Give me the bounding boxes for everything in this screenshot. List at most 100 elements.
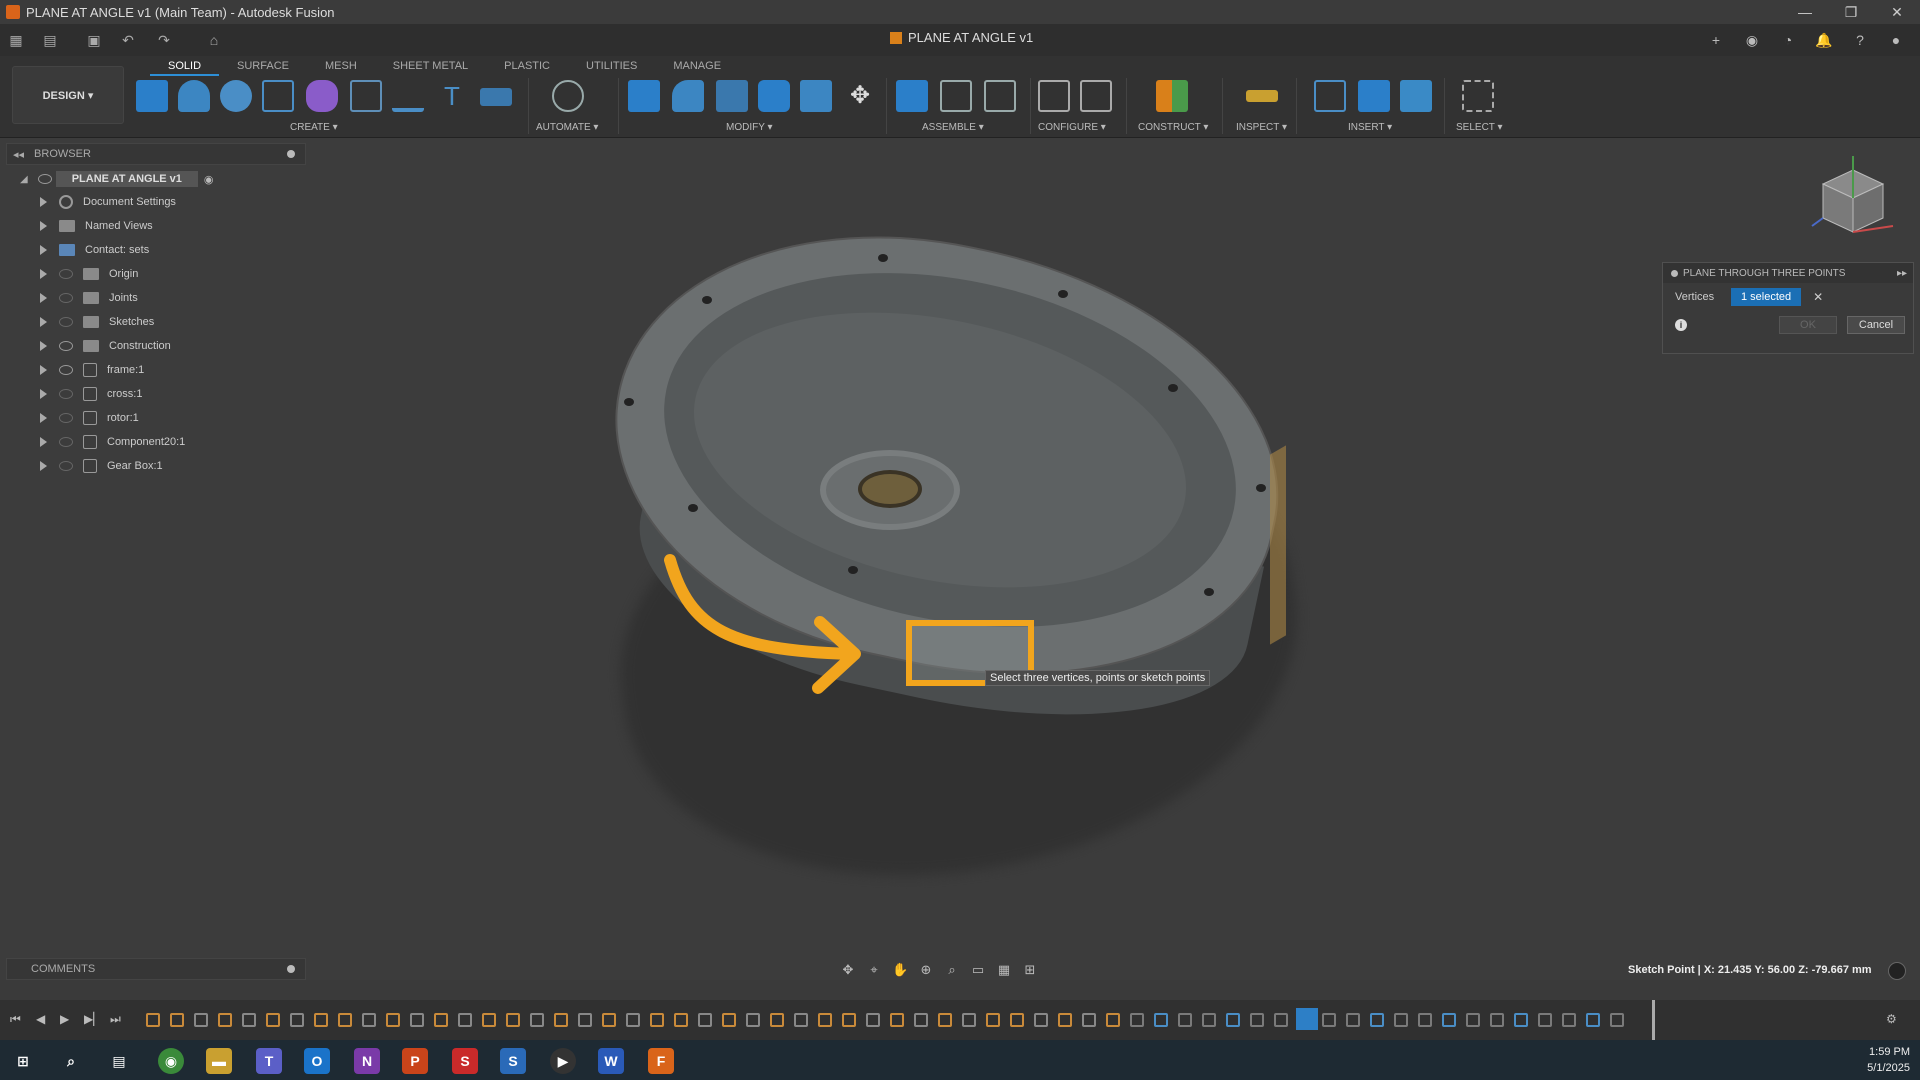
view-cube[interactable] bbox=[1808, 150, 1898, 250]
eye-icon[interactable] bbox=[37, 174, 52, 184]
expand-icon[interactable] bbox=[40, 341, 47, 351]
tab-utilities[interactable]: UTILITIES bbox=[568, 58, 655, 76]
timeline-feature[interactable] bbox=[1490, 1013, 1504, 1027]
timeline-feature[interactable] bbox=[458, 1013, 472, 1027]
document-tab[interactable]: PLANE AT ANGLE v1 bbox=[890, 30, 1033, 45]
dialog-collapse-icon[interactable] bbox=[1671, 269, 1678, 277]
windows-start-icon[interactable]: ⊞ bbox=[10, 1048, 36, 1074]
new-assembly-component-icon[interactable] bbox=[896, 80, 928, 112]
new-component-icon[interactable] bbox=[136, 80, 168, 112]
timeline-feature[interactable] bbox=[1226, 1013, 1240, 1027]
browser-panel-header[interactable]: ◂◂ BROWSER bbox=[6, 143, 306, 165]
help-icon[interactable]: ? bbox=[1850, 30, 1870, 50]
app-grid-icon[interactable]: ▦ bbox=[6, 30, 26, 50]
timeline-feature[interactable] bbox=[1154, 1013, 1168, 1027]
joint-icon[interactable] bbox=[940, 80, 972, 112]
list-item[interactable]: Joints bbox=[20, 286, 214, 310]
root-component-label[interactable]: PLANE AT ANGLE v1 bbox=[55, 171, 198, 187]
timeline-feature[interactable] bbox=[290, 1013, 304, 1027]
timeline-feature[interactable] bbox=[266, 1013, 280, 1027]
timeline-feature[interactable] bbox=[1082, 1013, 1096, 1027]
tab-plastic[interactable]: PLASTIC bbox=[486, 58, 568, 76]
file-menu-icon[interactable]: ▤ bbox=[40, 30, 60, 50]
timeline-next-icon[interactable]: ▶▏ bbox=[84, 1012, 102, 1026]
dialog-expand-icon[interactable]: ▸▸ bbox=[1897, 268, 1907, 279]
vertices-selection-button[interactable]: 1 selected bbox=[1731, 288, 1802, 306]
list-item[interactable]: Construction bbox=[20, 334, 214, 358]
list-item[interactable]: Document Settings bbox=[20, 190, 214, 214]
clock[interactable]: 1:59 PM 5/1/2025 bbox=[1867, 1044, 1910, 1076]
insert-mcmaster-icon[interactable] bbox=[1358, 80, 1390, 112]
timeline-feature[interactable] bbox=[434, 1013, 448, 1027]
teams-icon[interactable]: T bbox=[256, 1048, 282, 1074]
expand-icon[interactable] bbox=[40, 293, 47, 303]
timeline-feature[interactable] bbox=[242, 1013, 256, 1027]
avatar[interactable]: ● bbox=[1886, 30, 1906, 50]
bolt-hole[interactable] bbox=[624, 398, 634, 406]
expand-icon[interactable] bbox=[40, 245, 47, 255]
job-status-icon[interactable]: ◔ bbox=[1778, 30, 1798, 50]
fillet-icon[interactable] bbox=[672, 80, 704, 112]
expand-icon[interactable] bbox=[40, 317, 47, 327]
timeline-feature[interactable] bbox=[962, 1013, 976, 1027]
timeline-prev-icon[interactable]: ◀ bbox=[36, 1012, 45, 1026]
timeline-feature[interactable] bbox=[722, 1013, 736, 1027]
timeline-feature[interactable] bbox=[554, 1013, 568, 1027]
configure-icon[interactable] bbox=[1038, 80, 1070, 112]
timeline-feature[interactable] bbox=[890, 1013, 904, 1027]
timeline-feature[interactable] bbox=[506, 1013, 520, 1027]
timeline-feature[interactable] bbox=[938, 1013, 952, 1027]
insert-group-label[interactable]: INSERT ▾ bbox=[1348, 122, 1392, 133]
automate-icon[interactable] bbox=[552, 80, 584, 112]
timeline-feature[interactable] bbox=[386, 1013, 400, 1027]
grid-icon[interactable]: ▦ bbox=[996, 962, 1012, 978]
timeline-feature[interactable] bbox=[1322, 1013, 1336, 1027]
timeline-feature[interactable] bbox=[770, 1013, 784, 1027]
timeline-feature[interactable] bbox=[1178, 1013, 1192, 1027]
timeline-feature[interactable] bbox=[1466, 1013, 1480, 1027]
status-icon[interactable] bbox=[1888, 962, 1906, 980]
timeline-feature[interactable] bbox=[818, 1013, 832, 1027]
chamfer-icon[interactable] bbox=[716, 80, 748, 112]
select-group-label[interactable]: SELECT ▾ bbox=[1456, 122, 1503, 133]
construct-plane-icon[interactable] bbox=[1156, 80, 1188, 112]
inspect-group-label[interactable]: INSPECT ▾ bbox=[1236, 122, 1287, 133]
plane-box-icon[interactable] bbox=[480, 88, 512, 106]
timeline-feature[interactable] bbox=[650, 1013, 664, 1027]
list-item[interactable]: frame:1 bbox=[20, 358, 214, 382]
construct-group-label[interactable]: CONSTRUCT ▾ bbox=[1138, 122, 1208, 133]
info-icon[interactable]: i bbox=[1675, 319, 1687, 331]
expand-icon[interactable] bbox=[40, 437, 47, 447]
timeline-feature[interactable] bbox=[626, 1013, 640, 1027]
pin-icon[interactable] bbox=[287, 965, 295, 973]
tab-mesh[interactable]: MESH bbox=[307, 58, 375, 76]
modify-group-label[interactable]: MODIFY ▾ bbox=[726, 122, 773, 133]
press-pull-icon[interactable] bbox=[628, 80, 660, 112]
eye-icon[interactable] bbox=[59, 389, 73, 399]
new-tab-icon[interactable]: + bbox=[1706, 30, 1726, 50]
workspace-switcher[interactable]: DESIGN ▾ bbox=[12, 66, 124, 124]
bolt-hole[interactable] bbox=[702, 296, 712, 304]
maximize-button[interactable]: ❐ bbox=[1828, 0, 1874, 24]
timeline-play-icon[interactable]: ▶ bbox=[60, 1012, 69, 1026]
online-status-icon[interactable]: ◉ bbox=[1742, 30, 1762, 50]
eye-icon[interactable] bbox=[59, 317, 73, 327]
chrome-icon[interactable]: ◉ bbox=[158, 1048, 184, 1074]
timeline[interactable]: ⏮ ◀ ▶ ▶▏ ⏭ ⚙ bbox=[0, 1000, 1920, 1040]
powerpoint-icon[interactable]: P bbox=[402, 1048, 428, 1074]
expand-icon[interactable] bbox=[40, 413, 47, 423]
list-item[interactable]: Sketches bbox=[20, 310, 214, 334]
eye-icon[interactable] bbox=[59, 413, 73, 423]
timeline-feature[interactable] bbox=[1442, 1013, 1456, 1027]
assemble-group-label[interactable]: ASSEMBLE ▾ bbox=[922, 122, 984, 133]
zoom-icon[interactable]: ⊕ bbox=[918, 962, 934, 978]
outlook-icon[interactable]: O bbox=[304, 1048, 330, 1074]
configuration-table-icon[interactable] bbox=[1080, 80, 1112, 112]
extrude-icon[interactable] bbox=[178, 80, 210, 112]
viewports-icon[interactable]: ⊞ bbox=[1022, 962, 1038, 978]
timeline-feature[interactable] bbox=[1394, 1013, 1408, 1027]
timeline-feature[interactable] bbox=[794, 1013, 808, 1027]
close-button[interactable]: ✕ bbox=[1874, 0, 1920, 24]
snagit-icon[interactable]: S bbox=[452, 1048, 478, 1074]
revolve-icon[interactable] bbox=[220, 80, 252, 112]
